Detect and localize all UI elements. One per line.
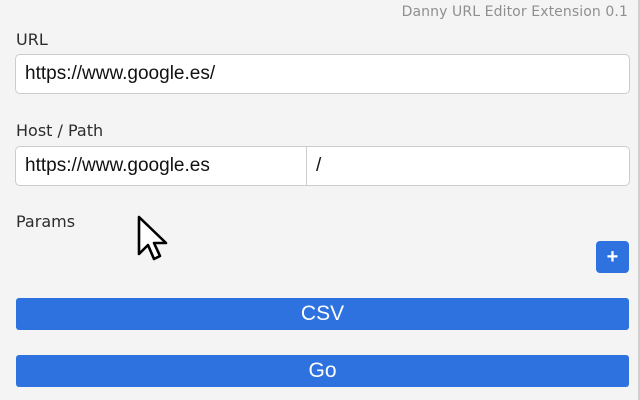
add-param-button[interactable]: + [596,241,629,273]
extension-popup: Danny URL Editor Extension 0.1 URL Host … [0,0,640,400]
mouse-cursor-icon [137,215,168,261]
go-button[interactable]: Go [16,355,629,387]
url-label: URL [16,30,48,49]
host-path-label: Host / Path [16,121,104,140]
params-label: Params [16,212,76,231]
host-path-group [15,146,630,186]
host-input[interactable] [15,146,307,186]
url-input[interactable] [15,54,630,94]
csv-button[interactable]: CSV [16,298,629,330]
version-label: Danny URL Editor Extension 0.1 [401,4,628,20]
path-input[interactable] [307,146,630,186]
